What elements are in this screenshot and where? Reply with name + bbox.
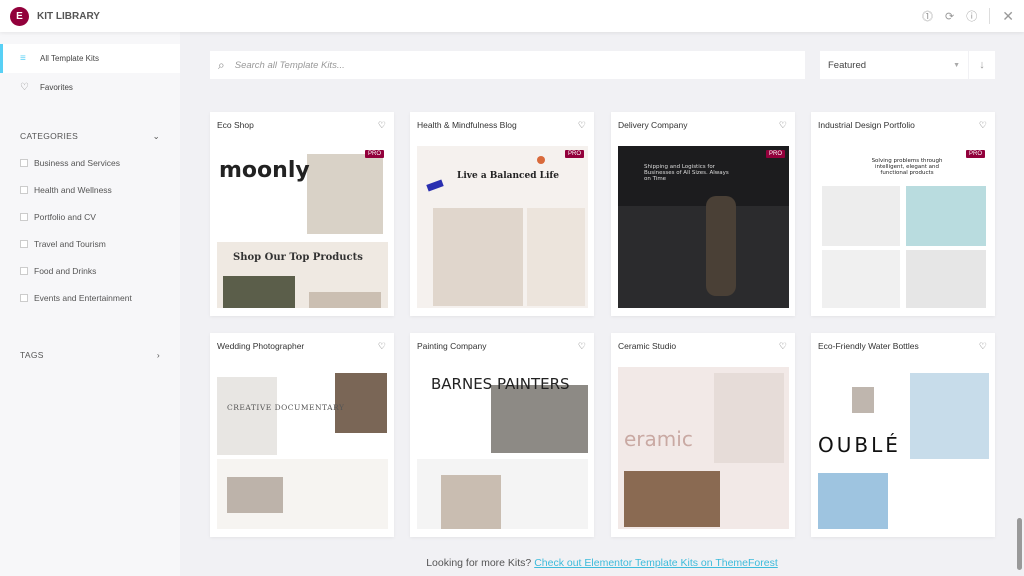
kit-name: Wedding Photographer <box>217 341 305 351</box>
heart-icon: ♡ <box>20 82 29 93</box>
heart-icon[interactable]: ♡ <box>779 120 787 131</box>
category-label: Business and Services <box>34 157 120 168</box>
nav-label: All Template Kits <box>40 54 99 63</box>
category-label: Events and Entertainment <box>34 292 132 303</box>
sidebar-item-favorites[interactable]: ♡ Favorites <box>0 73 180 102</box>
heart-icon[interactable]: ♡ <box>578 341 586 352</box>
kit-card-ceramic-studio[interactable]: Ceramic Studio ♡ eramic <box>611 333 795 537</box>
sort-select[interactable]: Featured ▼ <box>820 51 968 79</box>
nav-label: Favorites <box>40 83 73 92</box>
search-input[interactable]: ⌕ Search all Template Kits... <box>210 51 805 79</box>
heart-icon[interactable]: ♡ <box>979 341 987 352</box>
categories-toggle[interactable]: CATEGORIES ⌄ <box>0 126 180 146</box>
checkbox[interactable] <box>20 293 28 302</box>
sidebar: ≡ All Template Kits ♡ Favorites CATEGORIES… <box>0 32 180 576</box>
category-portfolio[interactable]: Portfolio and CV <box>0 203 180 230</box>
kit-preview[interactable]: Live a Balanced Life PRO <box>417 146 588 308</box>
checkbox[interactable] <box>20 185 28 194</box>
filter-icon: ≡ <box>20 53 26 64</box>
themeforest-link[interactable]: Check out Elementor Template Kits on The… <box>534 557 778 569</box>
tags-label: TAGS <box>20 350 44 360</box>
kit-name: Eco Shop <box>217 120 254 130</box>
kit-card-eco-shop[interactable]: Eco Shop ♡ moonly Shop Our Top Products P… <box>210 112 394 316</box>
tags-toggle[interactable]: TAGS › <box>0 345 180 365</box>
pro-badge: PRO <box>364 150 384 158</box>
checkbox[interactable] <box>20 266 28 275</box>
kit-card-wedding-photographer[interactable]: Wedding Photographer ♡ CREATIVE DOCUMENTA… <box>210 333 394 537</box>
kit-name: Health & Mindfulness Blog <box>417 120 517 130</box>
sidebar-item-all-template-kits[interactable]: ≡ All Template Kits <box>0 44 180 73</box>
heart-icon[interactable]: ♡ <box>779 341 787 352</box>
heart-icon[interactable]: ♡ <box>578 120 586 131</box>
header: E KIT LIBRARY ⓵ ⟳ ⓘ ✕ <box>0 0 1024 32</box>
upload-icon[interactable]: ⓵ <box>922 8 933 24</box>
kit-card-water-bottles[interactable]: Eco-Friendly Water Bottles ♡ OUBLÉ <box>811 333 995 537</box>
category-label: Health and Wellness <box>34 184 112 195</box>
caret-down-icon: ▼ <box>953 61 960 69</box>
chevron-down-icon: ⌄ <box>152 130 160 141</box>
kit-card-painting-company[interactable]: Painting Company ♡ BARNES PAINTERS <box>410 333 594 537</box>
heart-icon[interactable]: ♡ <box>979 120 987 131</box>
footer: Looking for more Kits? Check out Element… <box>180 557 1024 569</box>
category-label: Portfolio and CV <box>34 211 96 222</box>
checkbox[interactable] <box>20 158 28 167</box>
preview-text: OUBLÉ <box>818 433 901 457</box>
preview-text: Live a Balanced Life <box>457 171 560 181</box>
category-business[interactable]: Business and Services <box>0 149 180 176</box>
checkbox[interactable] <box>20 212 28 221</box>
pro-badge: PRO <box>965 150 985 158</box>
preview-text: BARNES PAINTERS <box>431 375 570 393</box>
category-events[interactable]: Events and Entertainment <box>0 284 180 311</box>
kit-name: Delivery Company <box>618 120 688 130</box>
sort-direction-button[interactable]: ↓ <box>969 51 995 79</box>
kit-preview[interactable]: BARNES PAINTERS <box>417 367 588 529</box>
heart-icon[interactable]: ♡ <box>378 341 386 352</box>
divider <box>989 8 991 24</box>
scrollbar[interactable] <box>1017 518 1022 570</box>
search-placeholder: Search all Template Kits... <box>234 59 345 71</box>
pro-badge: PRO <box>564 150 584 158</box>
kit-card-health-blog[interactable]: Health & Mindfulness Blog ♡ Live a Balanc… <box>410 112 594 316</box>
elementor-logo: E <box>10 6 29 26</box>
sort-value: Featured <box>828 59 867 71</box>
heart-icon[interactable]: ♡ <box>378 120 386 131</box>
arrow-down-icon: ↓ <box>979 59 985 71</box>
preview-subtext: Shop Our Top Products <box>233 252 363 263</box>
kit-name: Ceramic Studio <box>618 341 677 351</box>
category-food[interactable]: Food and Drinks <box>0 257 180 284</box>
search-icon: ⌕ <box>218 57 225 72</box>
kit-name: Painting Company <box>417 341 487 351</box>
category-health[interactable]: Health and Wellness <box>0 176 180 203</box>
page-title: KIT LIBRARY <box>37 10 100 22</box>
category-travel[interactable]: Travel and Tourism <box>0 230 180 257</box>
chevron-right-icon: › <box>156 350 160 360</box>
kit-name: Eco-Friendly Water Bottles <box>818 341 919 351</box>
kit-preview[interactable]: Shipping and Logistics for Businesses of… <box>618 146 789 308</box>
pro-badge: PRO <box>765 150 785 158</box>
kit-card-delivery-company[interactable]: Delivery Company ♡ Shipping and Logistics… <box>611 112 795 316</box>
preview-text: Solving problems through intelligent, el… <box>871 158 943 176</box>
kit-preview[interactable]: moonly Shop Our Top Products PRO <box>217 146 388 308</box>
preview-text: eramic <box>624 427 693 451</box>
category-label: Food and Drinks <box>34 265 97 276</box>
categories-label: CATEGORIES <box>20 131 79 141</box>
info-icon[interactable]: ⓘ <box>966 8 977 24</box>
footer-text: Looking for more Kits? <box>426 557 532 569</box>
preview-text: Shipping and Logistics for Businesses of… <box>644 164 729 182</box>
kit-card-industrial-design[interactable]: Industrial Design Portfolio ♡ Solving pro… <box>811 112 995 316</box>
category-label: Travel and Tourism <box>34 238 106 249</box>
preview-text: CREATIVE DOCUMENTARY <box>227 403 345 412</box>
close-icon[interactable]: ✕ <box>1002 8 1014 25</box>
kit-preview[interactable]: OUBLÉ <box>818 367 989 529</box>
sync-icon[interactable]: ⟳ <box>945 10 954 23</box>
preview-text: moonly <box>219 158 310 183</box>
kit-preview[interactable]: CREATIVE DOCUMENTARY <box>217 367 388 529</box>
checkbox[interactable] <box>20 239 28 248</box>
kit-name: Industrial Design Portfolio <box>818 120 915 130</box>
kit-preview[interactable]: Solving problems through intelligent, el… <box>818 146 989 308</box>
kit-preview[interactable]: eramic <box>618 367 789 529</box>
